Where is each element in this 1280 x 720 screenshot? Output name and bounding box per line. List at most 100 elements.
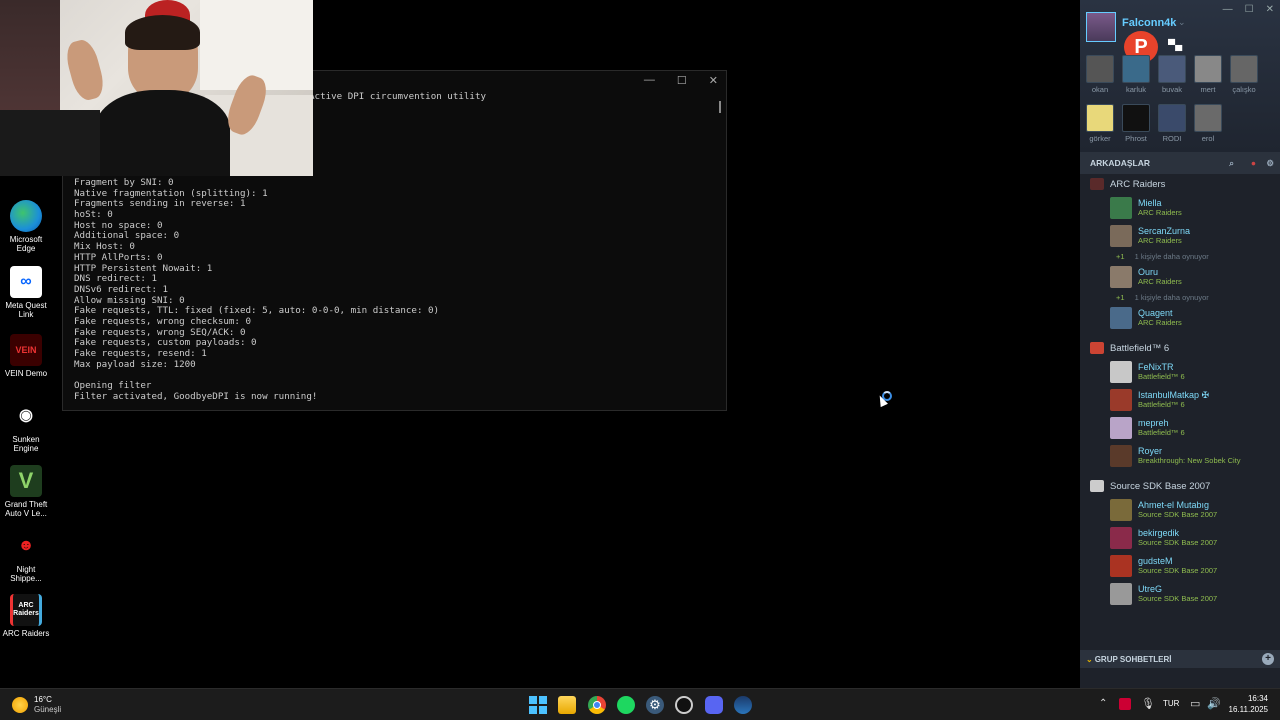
avatar (1158, 55, 1186, 83)
close-icon[interactable]: ✕ (1266, 4, 1274, 15)
avatar (1230, 55, 1258, 83)
friend-game: ARC Raiders (1138, 317, 1182, 327)
avatar (1110, 445, 1132, 467)
tray-chevron-icon[interactable]: ⌃ (1099, 698, 1107, 709)
display-icon[interactable]: ▭ (1190, 697, 1200, 710)
more-players-note[interactable]: +1 1 kişiyle daha oynuyor (1080, 291, 1280, 304)
desktop-icon-label: ARC Raiders (2, 629, 50, 638)
game-group-header[interactable]: Source SDK Base 2007 (1080, 476, 1280, 496)
console-line: Filter activated, GoodbyeDPI is now runn… (74, 390, 318, 402)
friend-row[interactable]: Ouru ARC Raiders (1080, 263, 1280, 291)
group-chats-bar[interactable]: ⌄ GRUP SOHBETLERİ + (1080, 650, 1280, 668)
favorite-friend[interactable]: okan (1086, 55, 1114, 94)
chrome-icon[interactable] (588, 696, 606, 714)
chevron-down-icon[interactable]: ⌄ (1178, 17, 1186, 28)
search-icon[interactable]: ⌕ (1229, 158, 1234, 169)
more-players-note[interactable]: +1 1 kişiyle daha oynuyor (1080, 250, 1280, 263)
console-scrollbar[interactable] (719, 101, 721, 113)
console-line: HTTP Persistent Nowait: 1 (74, 262, 213, 274)
favorite-friend[interactable]: erol (1194, 104, 1222, 143)
steam-friends-panel[interactable]: — ☐ ✕ Falconn4k ⌄ P ▀▄ okan karluk buvak me… (1080, 0, 1280, 688)
minimize-icon[interactable]: — (1223, 4, 1233, 15)
friends-section-header: ARKADAŞLAR ⌕ ● ⚙ (1080, 152, 1280, 174)
favorite-friend[interactable]: çalışko (1230, 55, 1258, 94)
avatar (1110, 225, 1132, 247)
eye-icon: ◉ (10, 400, 42, 432)
friend-game: Source SDK Base 2007 (1138, 593, 1218, 603)
clock-date: 16.11.2025 (1228, 704, 1268, 714)
game-group-title: Source SDK Base 2007 (1110, 480, 1211, 492)
friend-row[interactable]: FeNixTR Battlefield™ 6 (1080, 358, 1280, 386)
file-explorer-icon[interactable] (558, 696, 576, 714)
desktop-icon-label: Night Shippe... (10, 565, 42, 584)
game-group-title: ARC Raiders (1110, 178, 1166, 190)
section-label: ARKADAŞLAR (1090, 158, 1150, 168)
friend-row[interactable]: Quagent ARC Raiders (1080, 304, 1280, 332)
minimize-icon[interactable]: — (644, 74, 655, 87)
favorite-friend[interactable]: RODI (1158, 104, 1186, 143)
friend-row[interactable]: SercanZurna ARC Raiders (1080, 222, 1280, 250)
close-icon[interactable]: ✕ (709, 74, 718, 87)
gta-icon: V (10, 465, 42, 497)
group-chats-label: GRUP SOHBETLERİ (1094, 654, 1172, 664)
friend-row[interactable]: gudsteM Source SDK Base 2007 (1080, 552, 1280, 580)
maximize-icon[interactable]: ☐ (677, 74, 687, 87)
clock[interactable]: 16:34 16.11.2025 (1226, 694, 1268, 716)
friend-row[interactable]: bekirgedik Source SDK Base 2007 (1080, 524, 1280, 552)
game-group-header[interactable]: Battlefield™ 6 (1080, 338, 1280, 358)
microphone-icon[interactable]: 🎙 (1141, 697, 1155, 710)
maximize-icon[interactable]: ☐ (1245, 4, 1254, 15)
language-indicator[interactable]: TUR (1163, 699, 1179, 708)
favorite-friend[interactable]: görker (1086, 104, 1114, 143)
favorite-friend-name: okan (1091, 85, 1109, 94)
friends-header: — ☐ ✕ Falconn4k ⌄ P ▀▄ okan karluk buvak me… (1080, 0, 1280, 152)
broadcast-icon[interactable]: ▀▄ (1168, 40, 1182, 51)
desktop-icon-meta-quest[interactable]: ∞ Meta Quest Link (2, 266, 50, 319)
friend-row[interactable]: IstanbulMatkap ✠ Battlefield™ 6 (1080, 386, 1280, 414)
sun-icon (12, 696, 28, 713)
game-group-header[interactable]: ARC Raiders (1080, 174, 1280, 194)
discord-icon[interactable] (705, 696, 723, 714)
desktop-icon-night-shipper[interactable]: ☻ Night Shippe... (2, 530, 50, 583)
friend-row[interactable]: Ahmet-el Mutabıg Source SDK Base 2007 (1080, 496, 1280, 524)
settings-icon[interactable]: ⚙ (1266, 158, 1274, 169)
avatar (1086, 55, 1114, 83)
favorite-friend[interactable]: Phrost (1122, 104, 1150, 143)
friend-row[interactable]: UtreG Source SDK Base 2007 (1080, 580, 1280, 608)
add-friend-icon[interactable]: ● (1251, 158, 1256, 168)
friend-row[interactable]: Royer Breakthrough: New Sobek City (1080, 442, 1280, 470)
settings-gear-icon[interactable]: ⚙ (646, 696, 664, 714)
desktop-icon-sunken-engine[interactable]: ◉ Sunken Engine (2, 400, 50, 453)
favorite-friend-name: RODI (1162, 134, 1182, 143)
avatar (1110, 499, 1132, 521)
weather-desc: Güneşli (34, 704, 62, 714)
tray-app-icon[interactable] (1119, 698, 1131, 710)
weather-widget[interactable]: 16°C Güneşli (12, 695, 61, 714)
friend-row[interactable]: mepreh Battlefield™ 6 (1080, 414, 1280, 442)
console-header-text: Active DPI circumvention utility (309, 91, 487, 102)
favorite-friend[interactable]: buvak (1158, 55, 1186, 94)
favorite-friend[interactable]: karluk (1122, 55, 1150, 94)
avatar (1122, 55, 1150, 83)
favorite-friend-name: karluk (1125, 85, 1146, 94)
volume-icon[interactable]: 🔊 (1207, 697, 1221, 710)
console-line: Mix Host: 0 (74, 241, 135, 253)
desktop-icon-edge[interactable]: Microsoft Edge (2, 200, 50, 253)
windows-start-icon[interactable] (529, 696, 547, 714)
desktop-icon-gta[interactable]: V Grand Theft Auto V Le... (2, 465, 50, 518)
username[interactable]: Falconn4k (1122, 17, 1176, 29)
friend-row[interactable]: Miella ARC Raiders (1080, 194, 1280, 222)
night-shipper-icon: ☻ (10, 530, 42, 562)
obs-icon[interactable] (675, 696, 693, 714)
desktop-icon-arc-raiders[interactable]: ARC Raiders ARC Raiders (2, 594, 50, 638)
steam-icon[interactable] (734, 696, 752, 714)
spotify-icon[interactable] (617, 696, 635, 714)
favorite-friend[interactable]: mert (1194, 55, 1222, 94)
add-group-icon[interactable]: + (1262, 653, 1274, 665)
desktop-icon-vein[interactable]: VEIN VEIN Demo (2, 334, 50, 378)
friend-game: ARC Raiders (1138, 276, 1182, 286)
favorite-friend-name: mert (1200, 85, 1216, 94)
desktop-icon-label: Microsoft Edge (9, 235, 43, 254)
user-avatar[interactable] (1086, 12, 1116, 42)
